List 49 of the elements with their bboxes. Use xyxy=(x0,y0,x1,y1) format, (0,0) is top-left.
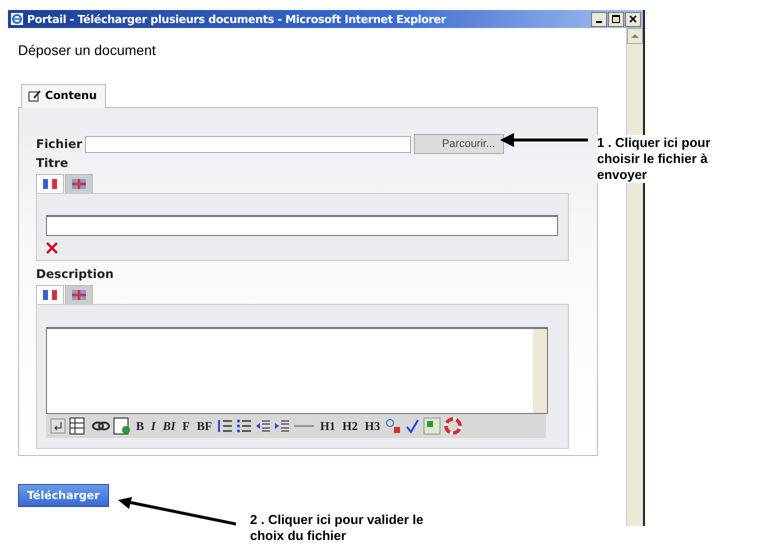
french-flag-tab[interactable] xyxy=(36,285,64,304)
indent-icon[interactable] xyxy=(274,418,290,434)
english-flag-icon xyxy=(72,290,86,300)
upload-button[interactable]: Télécharger xyxy=(18,484,109,507)
close-icon xyxy=(628,14,638,24)
browse-button[interactable]: Parcourir... xyxy=(414,134,504,154)
browser-icon xyxy=(10,12,24,26)
delete-icon[interactable] xyxy=(46,242,58,254)
help-icon[interactable] xyxy=(444,417,462,435)
outdent-icon[interactable] xyxy=(255,418,272,434)
heading-button[interactable]: H2 xyxy=(340,418,360,434)
heading-button[interactable]: H3 xyxy=(362,418,382,434)
numbered-list-icon[interactable] xyxy=(217,418,234,434)
format-button[interactable]: BF xyxy=(194,418,214,434)
french-flag-icon xyxy=(43,179,57,189)
insert-image-icon[interactable] xyxy=(113,417,131,435)
title-field[interactable] xyxy=(46,215,558,236)
window-title: Portail - Télécharger plusieurs documents - Microsoft Internet Explorer xyxy=(27,12,446,26)
minimize-button[interactable] xyxy=(591,12,607,26)
format-button[interactable]: I xyxy=(149,418,158,434)
annotation-text: 2 . Cliquer ici pour valider le choix du fichier xyxy=(250,512,424,544)
edit-icon xyxy=(28,90,42,102)
link-icon[interactable] xyxy=(92,420,110,432)
file-path-field[interactable] xyxy=(85,136,412,152)
file-label: Fichier xyxy=(36,137,82,151)
description-label: Description xyxy=(36,267,115,281)
heading-button[interactable]: H1 xyxy=(318,418,338,434)
bullet-list-icon[interactable] xyxy=(236,418,252,434)
maximize-icon xyxy=(611,14,621,24)
scrollbar[interactable] xyxy=(533,329,547,413)
preview-icon[interactable] xyxy=(423,417,442,435)
spell-check-icon[interactable] xyxy=(404,418,420,434)
english-flag-tab[interactable] xyxy=(65,174,93,193)
line-break-icon[interactable] xyxy=(50,418,66,434)
format-button[interactable]: F xyxy=(180,418,192,434)
close-button[interactable] xyxy=(625,12,641,26)
french-flag-icon xyxy=(43,290,57,300)
description-field[interactable] xyxy=(46,327,548,414)
maximize-button[interactable] xyxy=(608,12,624,26)
format-button[interactable]: B xyxy=(134,418,146,434)
english-flag-icon xyxy=(72,179,86,189)
content-tab[interactable]: Contenu xyxy=(21,84,106,108)
title-label: Titre xyxy=(36,156,70,170)
page-title: Déposer un document xyxy=(18,42,157,58)
minimize-icon xyxy=(596,21,602,23)
replace-icon[interactable] xyxy=(385,418,402,434)
format-button[interactable]: BI xyxy=(160,418,178,434)
english-flag-tab[interactable] xyxy=(65,285,93,304)
french-flag-tab[interactable] xyxy=(36,174,64,193)
